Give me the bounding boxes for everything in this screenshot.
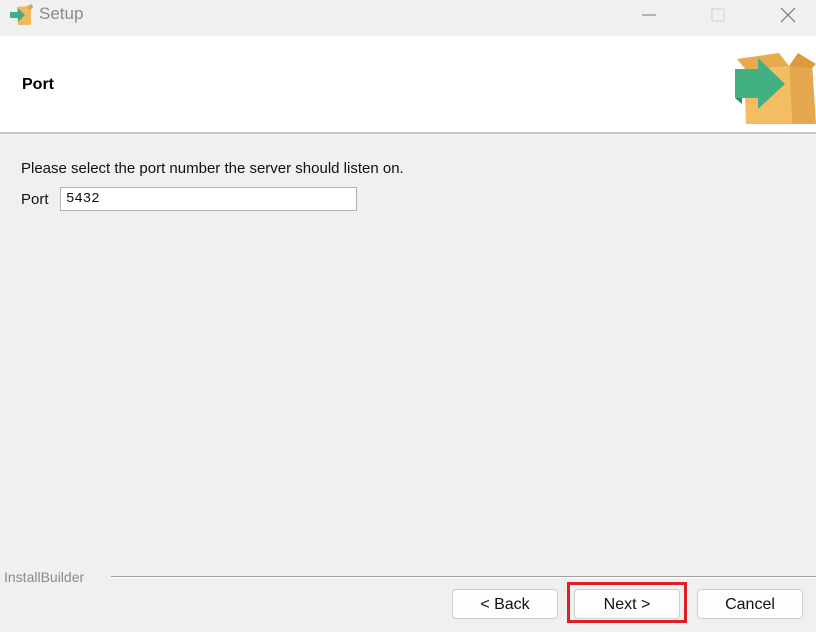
back-button[interactable]: < Back bbox=[452, 589, 558, 619]
close-button[interactable] bbox=[765, 0, 811, 30]
wizard-header: Port bbox=[0, 36, 816, 134]
minimize-icon bbox=[642, 14, 656, 16]
title-bar: Setup bbox=[0, 0, 816, 36]
page-title: Port bbox=[22, 76, 54, 93]
maximize-button[interactable] bbox=[695, 0, 741, 30]
close-icon bbox=[780, 7, 796, 23]
footer-divider bbox=[111, 576, 816, 578]
port-label: Port bbox=[21, 191, 49, 208]
maximize-icon bbox=[711, 8, 725, 22]
box-with-arrow-icon bbox=[735, 53, 816, 124]
instruction-text: Please select the port number the server… bbox=[21, 160, 404, 177]
installbuilder-brand: InstallBuilder bbox=[4, 569, 85, 585]
next-button[interactable]: Next > bbox=[574, 589, 680, 619]
window-title: Setup bbox=[39, 4, 84, 23]
port-input[interactable] bbox=[60, 187, 357, 211]
cancel-button[interactable]: Cancel bbox=[697, 589, 803, 619]
app-icon bbox=[10, 4, 33, 25]
minimize-button[interactable] bbox=[626, 0, 672, 30]
